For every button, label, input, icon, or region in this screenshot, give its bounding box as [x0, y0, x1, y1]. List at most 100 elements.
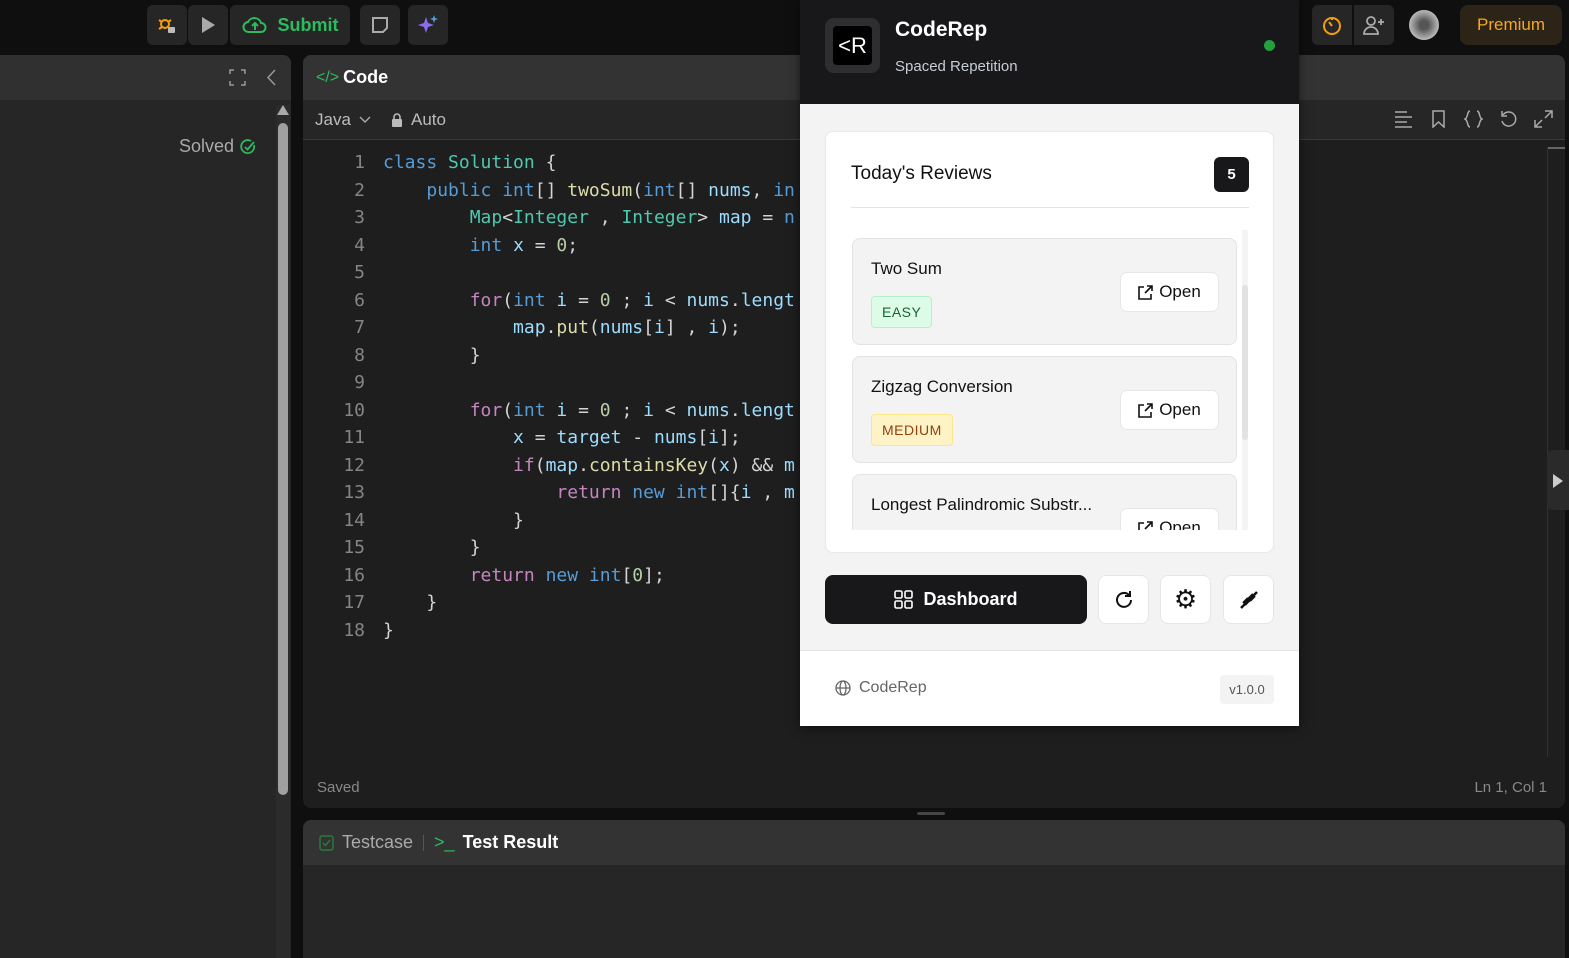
line-text: class Solution {: [383, 152, 557, 173]
avatar[interactable]: [1409, 10, 1439, 40]
line-number: 5: [354, 262, 365, 283]
checkbox-icon: [319, 834, 334, 851]
tab-test-result[interactable]: Test Result: [463, 832, 559, 853]
line-text: Map<Integer , Integer> map = n: [469, 207, 795, 228]
line-number: 16: [343, 564, 365, 586]
line-number: 8: [354, 344, 365, 366]
fullscreen-icon[interactable]: [229, 69, 246, 86]
line-text: }: [383, 509, 524, 531]
collapse-icon[interactable]: [265, 69, 277, 86]
open-button[interactable]: Open: [1120, 272, 1219, 312]
line-number: 17: [343, 592, 365, 613]
coderep-popup: <R CodeRep Spaced Repetition Today's Rev…: [800, 0, 1299, 726]
review-title: Zigzag Conversion: [871, 377, 1013, 396]
line-number: 7: [354, 317, 365, 338]
disconnect-button[interactable]: [1223, 575, 1274, 624]
open-label: Open: [1159, 400, 1201, 419]
note-icon: [372, 17, 388, 33]
review-scrollbar[interactable]: [1242, 230, 1248, 530]
status-dot: [1264, 40, 1275, 51]
side-toggle[interactable]: [1547, 450, 1569, 510]
submit-button[interactable]: Submit: [230, 5, 350, 45]
expand-icon[interactable]: [1534, 110, 1553, 128]
language-select[interactable]: Java: [315, 110, 371, 130]
settings-button[interactable]: ⚙: [1160, 575, 1211, 624]
line-number: 11: [343, 427, 365, 448]
popup-title: CodeRep: [895, 18, 988, 41]
terminal-icon: >_: [434, 832, 455, 852]
dashboard-button[interactable]: Dashboard: [825, 575, 1087, 624]
line-number: 9: [354, 372, 365, 393]
open-label: Open: [1159, 518, 1201, 530]
solved-status: Solved: [179, 136, 256, 157]
invite-button[interactable]: [1354, 5, 1394, 45]
cloud-upload-icon: [241, 17, 266, 33]
line-number: 4: [354, 234, 365, 256]
line-text: int x = 0;: [469, 234, 579, 256]
ai-button[interactable]: [408, 5, 448, 45]
external-link-icon: [1138, 520, 1154, 530]
review-item: Longest Palindromic Substr... Open: [852, 474, 1237, 530]
line-number: 12: [343, 454, 365, 476]
line-text: }: [383, 344, 481, 366]
line-number: 6: [354, 289, 365, 311]
line-number: 3: [354, 207, 365, 228]
code-tab-label: Code: [343, 67, 389, 87]
add-user-icon: [1363, 16, 1384, 35]
line-text: public int[] twoSum(int[] nums, in: [426, 179, 795, 201]
bookmark-icon[interactable]: [1429, 110, 1448, 128]
line-text: return new int[]{i , m: [556, 482, 795, 503]
play-right-icon: [1553, 474, 1563, 488]
open-button[interactable]: Open: [1120, 390, 1219, 430]
premium-button[interactable]: Premium: [1460, 5, 1562, 45]
braces-icon[interactable]: [1464, 110, 1483, 128]
open-button[interactable]: Open: [1120, 508, 1219, 530]
dashboard-label: Dashboard: [923, 589, 1018, 609]
reset-icon[interactable]: [1499, 110, 1518, 128]
open-label: Open: [1159, 282, 1201, 301]
line-text: for(int i = 0 ; i < nums.lengt: [469, 289, 795, 311]
premium-label: Premium: [1476, 15, 1545, 34]
review-item: Two Sum EASY Open: [852, 238, 1237, 345]
line-text: for(int i = 0 ; i < nums.lengt: [469, 399, 795, 421]
grid-icon: [894, 590, 914, 609]
reviews-card: Today's Reviews 5 Two Sum EASY Open Zigz…: [825, 131, 1274, 553]
play-icon: [202, 17, 215, 33]
lock-icon: [392, 112, 402, 127]
refresh-button[interactable]: [1098, 575, 1149, 624]
line-number: 1: [354, 152, 365, 173]
reviews-title: Today's Reviews: [851, 163, 992, 184]
submit-label: Submit: [277, 14, 339, 35]
globe-icon: [835, 680, 851, 696]
line-number: 18: [343, 619, 365, 641]
editor-tools: [1394, 110, 1553, 128]
footer-brand[interactable]: CodeRep: [835, 679, 927, 697]
tab-divider: [423, 834, 425, 851]
scrollbar[interactable]: [276, 105, 290, 958]
timer-button[interactable]: [1312, 5, 1352, 45]
line-number: 2: [354, 179, 365, 201]
notes-button[interactable]: [360, 5, 400, 45]
save-status: Saved: [317, 779, 360, 796]
tab-code[interactable]: </> Code: [316, 67, 388, 88]
review-item: Zigzag Conversion MEDIUM Open: [852, 356, 1237, 463]
external-link-icon: [1138, 284, 1154, 300]
check-circle-icon: [240, 138, 256, 154]
debug-button[interactable]: [147, 5, 187, 45]
mode-label: Auto: [411, 110, 446, 129]
tab-testcase[interactable]: Testcase: [342, 832, 413, 853]
line-number: 10: [343, 399, 365, 421]
line-text: return new int[0];: [469, 564, 665, 586]
coderep-logo: <R: [825, 18, 880, 73]
format-icon[interactable]: [1394, 110, 1413, 128]
review-title: Longest Palindromic Substr...: [871, 495, 1093, 514]
line-text: }: [383, 537, 481, 558]
resize-handle[interactable]: [917, 812, 945, 815]
line-number: 15: [343, 537, 365, 558]
bug-lock-icon: [158, 19, 175, 33]
test-panel: Testcase >_ Test Result: [303, 820, 1565, 958]
difficulty-badge: EASY: [871, 296, 933, 328]
chevron-down-icon: [359, 116, 371, 123]
auto-mode[interactable]: Auto: [391, 110, 446, 130]
run-button[interactable]: [188, 5, 228, 45]
